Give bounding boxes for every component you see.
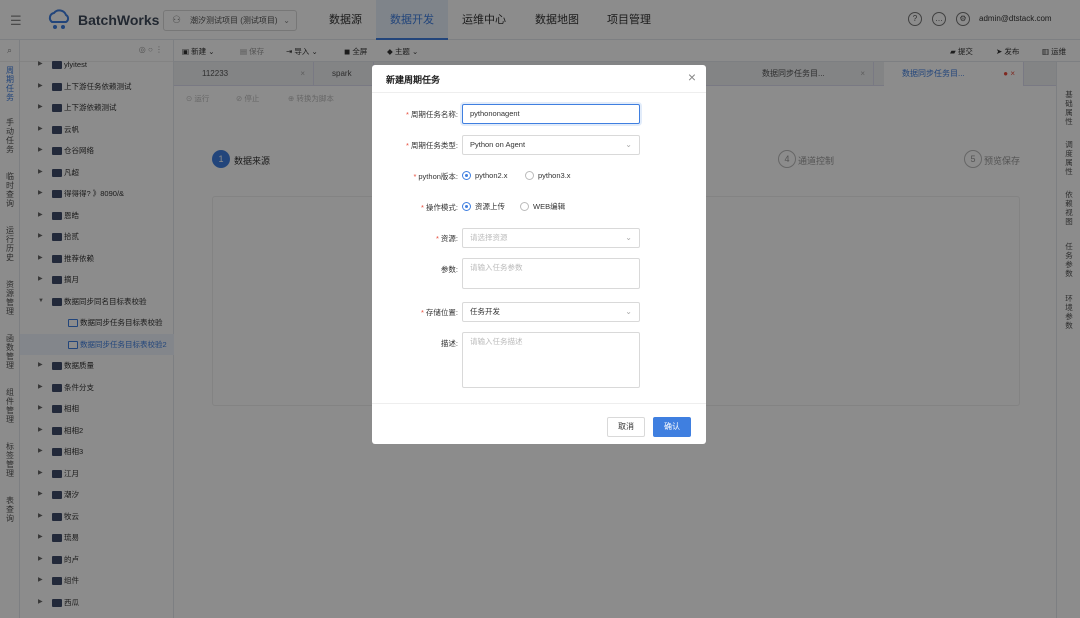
desc-label: 描述: (440, 339, 458, 348)
task-name-input[interactable]: pythononagent (462, 104, 640, 124)
python-label-text: python版本: (418, 172, 458, 181)
task-type-select[interactable]: Python on Agent ⌄ (462, 135, 640, 155)
type-label: * 周期任务类型: (405, 141, 458, 150)
resource-label-text: 资源: (440, 234, 458, 243)
new-task-modal: 新建周期任务 × * 周期任务名称: pythononagent * 周期任务类型:… (372, 65, 706, 444)
name-label: * 周期任务名称: (405, 110, 458, 119)
resource-select[interactable]: 请选择资源 ⌄ (462, 228, 640, 248)
name-label-text: 周期任务名称: (410, 110, 458, 119)
python3-radio[interactable]: python3.x (525, 171, 571, 181)
mode-label: * 操作模式: (420, 203, 458, 212)
chevron-down-icon: ⌄ (625, 307, 632, 316)
radio-checked-icon (462, 202, 471, 211)
radio-unchecked-icon (525, 171, 534, 180)
resource-upload-radio[interactable]: 资源上传 (462, 202, 505, 212)
type-label-text: 周期任务类型: (410, 141, 458, 150)
python2-radio[interactable]: python2.x (462, 171, 508, 181)
close-icon[interactable]: × (688, 69, 696, 85)
storage-label: * 存储位置: (420, 308, 458, 317)
desc-textarea[interactable]: 请输入任务描述 (462, 332, 640, 388)
storage-select[interactable]: 任务开发 ⌄ (462, 302, 640, 322)
params-label: 参数: (440, 265, 458, 274)
modal-title: 新建周期任务 (386, 75, 441, 85)
web-edit-radio[interactable]: WEB编辑 (520, 202, 565, 212)
web-edit-label: WEB编辑 (533, 202, 566, 211)
resource-placeholder: 请选择资源 (470, 233, 508, 242)
python-version-label: * python版本: (413, 172, 458, 181)
chevron-down-icon: ⌄ (625, 140, 632, 149)
resource-label: * 资源: (435, 234, 458, 243)
storage-value: 任务开发 (470, 307, 500, 316)
storage-label-text: 存储位置: (425, 308, 458, 317)
modal-footer-divider (372, 403, 706, 404)
task-type-value: Python on Agent (470, 140, 526, 149)
mode-label-text: 操作模式: (425, 203, 458, 212)
chevron-down-icon: ⌄ (625, 233, 632, 242)
modal-divider (372, 92, 706, 93)
confirm-button[interactable]: 确认 (653, 417, 691, 437)
resource-upload-label: 资源上传 (475, 202, 505, 211)
radio-unchecked-icon (520, 202, 529, 211)
python3-label: python3.x (538, 171, 571, 180)
radio-checked-icon (462, 171, 471, 180)
params-input[interactable]: 请输入任务参数 (462, 258, 640, 289)
python2-label: python2.x (475, 171, 508, 180)
cancel-button[interactable]: 取消 (607, 417, 645, 437)
